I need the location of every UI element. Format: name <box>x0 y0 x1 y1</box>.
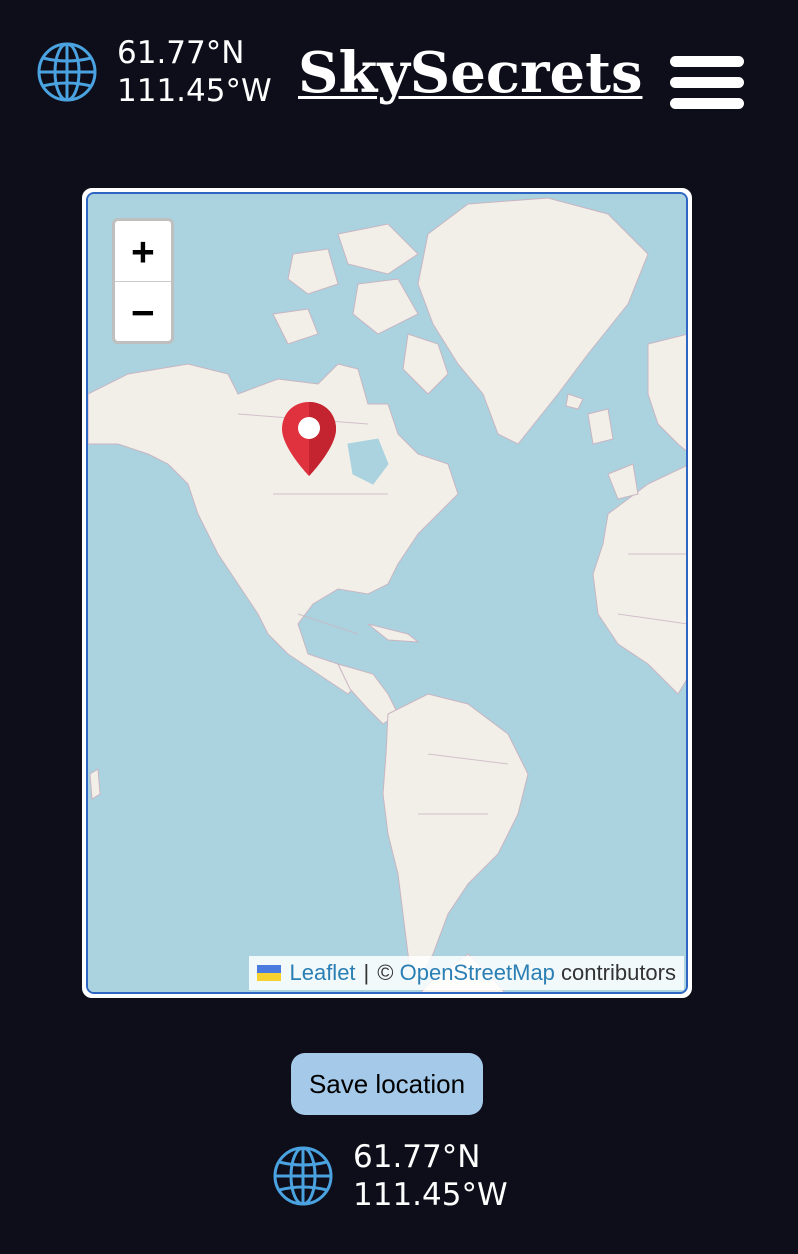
copyright-symbol: © <box>377 960 394 985</box>
saved-coordinates: 61.77°N 111.45°W <box>272 1138 508 1214</box>
leaflet-link[interactable]: Leaflet <box>289 960 355 986</box>
header-coordinates: 61.77°N 111.45°W <box>36 34 272 110</box>
zoom-control: + − <box>112 218 174 344</box>
ukraine-flag-icon <box>257 965 282 981</box>
world-map <box>88 194 686 992</box>
hamburger-menu-icon[interactable] <box>670 56 744 110</box>
attribution-separator: | <box>363 960 370 985</box>
save-location-button[interactable]: Save location <box>291 1053 483 1115</box>
latitude-text: 61.77°N <box>117 35 245 71</box>
map-viewport[interactable]: + − Leaflet | © OpenStreetMap contributo… <box>86 192 688 994</box>
openstreetmap-link[interactable]: OpenStreetMap <box>400 960 555 986</box>
brand-logo[interactable]: SkySecrets <box>298 38 642 108</box>
longitude-text: 111.45°W <box>353 1177 508 1213</box>
globe-icon <box>273 1146 333 1206</box>
map-pin-icon[interactable] <box>280 400 338 478</box>
contributors-text: contributors <box>561 960 676 985</box>
map-container[interactable]: + − Leaflet | © OpenStreetMap contributo… <box>82 188 692 998</box>
globe-icon <box>37 42 97 102</box>
top-bar: 61.77°N 111.45°W SkySecrets <box>0 0 798 150</box>
zoom-out-button[interactable]: − <box>115 282 171 342</box>
map-attribution: Leaflet | © OpenStreetMap contributors <box>249 956 684 990</box>
zoom-in-button[interactable]: + <box>115 221 171 282</box>
latitude-text: 61.77°N <box>353 1139 481 1175</box>
longitude-text: 111.45°W <box>117 73 272 109</box>
